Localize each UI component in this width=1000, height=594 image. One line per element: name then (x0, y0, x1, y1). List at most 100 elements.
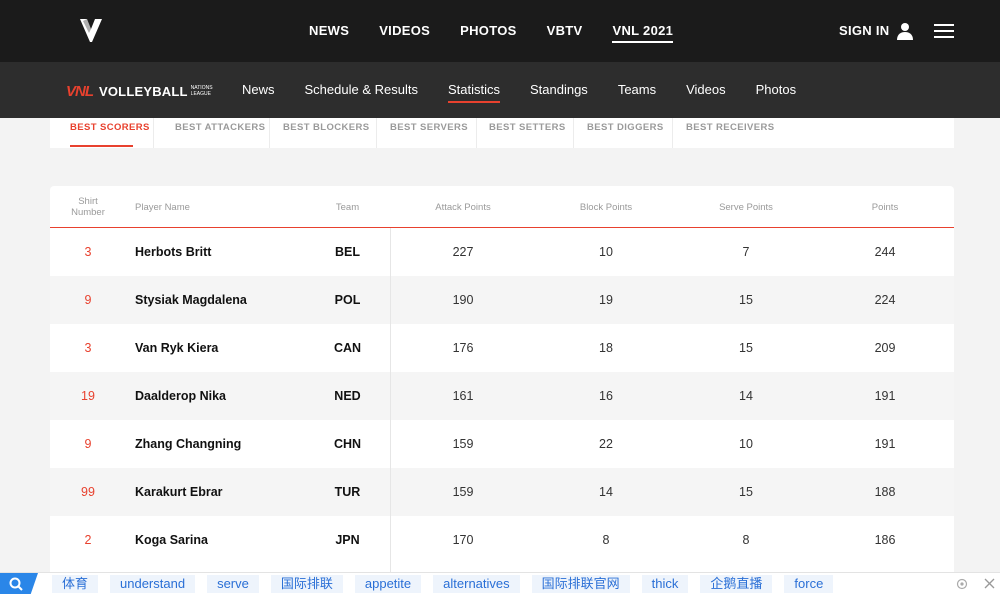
cell-block-points: 22 (599, 437, 613, 451)
cell-serve-points: 15 (739, 485, 753, 499)
table-row[interactable]: 9 Stysiak Magdalena POL 190 19 15 224 (50, 276, 954, 324)
suggestion-chip[interactable]: 企鹅直播 (700, 575, 773, 593)
tab-best-scorers[interactable]: BEST SCORERS (50, 118, 154, 148)
cell-attack-points: 176 (452, 341, 474, 355)
cell-attack-points: 227 (452, 245, 474, 259)
search-icon (9, 577, 23, 591)
hamburger-menu-icon[interactable] (934, 23, 954, 39)
subnav-videos[interactable]: Videos (686, 62, 726, 118)
cell-block-points: 16 (599, 389, 613, 403)
cell-player-name[interactable]: Stysiak Magdalena (135, 276, 335, 324)
tab-best-servers[interactable]: BEST SERVERS (377, 118, 477, 148)
cell-block-points: 8 (602, 533, 610, 547)
nav-videos[interactable]: VIDEOS (379, 0, 430, 62)
cell-player-name[interactable]: Karakurt Ebrar (135, 468, 335, 516)
sign-in-link[interactable]: SIGN IN (839, 0, 890, 62)
tab-best-setters[interactable]: BEST SETTERS (477, 118, 574, 148)
table-row[interactable]: 19 Daalderop Nika NED 161 16 14 191 (50, 372, 954, 420)
header-player-name[interactable]: Player Name (135, 186, 285, 228)
table-row[interactable]: 3 Herbots Britt BEL 227 10 7 244 (50, 228, 954, 276)
suggestion-chip[interactable]: serve (207, 575, 259, 593)
suggestion-chip[interactable]: alternatives (433, 575, 520, 593)
cell-points: 191 (874, 437, 896, 451)
cell-shirt-number: 3 (84, 341, 92, 355)
vnl-logo[interactable]: VNL VOLLEYBALL NATIONS LEAGUE (66, 81, 217, 101)
header-shirt-line1: Shirt (78, 196, 98, 207)
tab-best-attackers[interactable]: BEST ATTACKERS (154, 118, 270, 148)
cell-team: CHN (333, 437, 362, 451)
table-row[interactable]: 9 Zhang Changning CHN 159 22 10 191 (50, 420, 954, 468)
best-scorers-table: Shirt Number Player Name Team Attack Poi… (50, 186, 954, 586)
subnav-news[interactable]: News (242, 62, 275, 118)
cell-points: 191 (874, 389, 896, 403)
search-badge[interactable] (0, 573, 38, 594)
cell-player-name[interactable]: Koga Sarina (135, 516, 335, 564)
top-bar: NEWS VIDEOS PHOTOS VBTV VNL 2021 SIGN IN (0, 0, 1000, 62)
table-row[interactable]: 2 Koga Sarina JPN 170 8 8 186 (50, 516, 954, 564)
cell-shirt-number: 19 (81, 389, 95, 403)
tab-best-diggers[interactable]: BEST DIGGERS (574, 118, 673, 148)
suggestion-chips: 体育 understand serve 国际排联 appetite alternative… (52, 575, 845, 593)
sub-nav-links: News Schedule & Results Statistics Stand… (242, 62, 826, 118)
vnl-small: NATIONS LEAGUE (190, 85, 213, 97)
volleyball-logo-icon[interactable] (78, 16, 104, 44)
cell-block-points: 14 (599, 485, 613, 499)
suggestion-chip[interactable]: appetite (354, 575, 422, 593)
cell-shirt-number: 9 (84, 437, 92, 451)
suggestion-bar: 体育 understand serve 国际排联 appetite alternative… (0, 572, 1000, 594)
cell-shirt-number: 2 (84, 533, 92, 547)
header-team[interactable]: Team (320, 186, 375, 228)
suggestion-chip[interactable]: 国际排联官网 (531, 575, 630, 593)
stat-category-tabs: BEST SCORERS BEST ATTACKERS BEST BLOCKER… (50, 118, 954, 148)
cell-attack-points: 190 (452, 293, 474, 307)
close-icon[interactable] (984, 578, 995, 589)
cell-team: CAN (333, 341, 362, 355)
cell-player-name[interactable]: Zhang Changning (135, 420, 335, 468)
cell-shirt-number: 9 (84, 293, 92, 307)
suggestion-chip[interactable]: thick (641, 575, 689, 593)
vnl-mark: VNL (66, 82, 94, 100)
subnav-statistics[interactable]: Statistics (447, 62, 500, 118)
column-divider (390, 228, 391, 586)
cell-serve-points: 7 (742, 245, 750, 259)
cell-serve-points: 10 (739, 437, 753, 451)
subnav-schedule-results[interactable]: Schedule & Results (305, 62, 418, 118)
tab-best-receivers[interactable]: BEST RECEIVERS (673, 118, 793, 148)
header-block-points[interactable]: Block Points (546, 186, 666, 228)
table-row[interactable]: 99 Karakurt Ebrar TUR 159 14 15 188 (50, 468, 954, 516)
cell-serve-points: 15 (739, 341, 753, 355)
subnav-teams[interactable]: Teams (618, 62, 656, 118)
cell-player-name[interactable]: Herbots Britt (135, 228, 335, 276)
cell-player-name[interactable]: Daalderop Nika (135, 372, 335, 420)
table-row[interactable]: 3 Van Ryk Kiera CAN 176 18 15 209 (50, 324, 954, 372)
nav-photos[interactable]: PHOTOS (460, 0, 516, 62)
header-shirt-number[interactable]: Shirt Number (66, 186, 110, 228)
user-icon[interactable] (896, 22, 914, 40)
header-points[interactable]: Points (845, 186, 925, 228)
suggestion-chip[interactable]: force (784, 575, 834, 593)
header-shirt-line2: Number (71, 207, 105, 218)
suggestion-chip[interactable]: 国际排联 (270, 575, 343, 593)
cell-block-points: 18 (599, 341, 613, 355)
tab-best-blockers[interactable]: BEST BLOCKERS (270, 118, 377, 148)
table-header: Shirt Number Player Name Team Attack Poi… (50, 186, 954, 228)
cell-player-name[interactable]: Van Ryk Kiera (135, 324, 335, 372)
nav-news[interactable]: NEWS (309, 0, 349, 62)
cell-team: NED (334, 389, 361, 403)
cell-points: 188 (874, 485, 896, 499)
nav-vnl-2021[interactable]: VNL 2021 (612, 0, 673, 62)
nav-vbtv[interactable]: VBTV (547, 0, 583, 62)
header-attack-points[interactable]: Attack Points (403, 186, 523, 228)
vnl-sub-nav: VNL VOLLEYBALL NATIONS LEAGUE News Sched… (0, 62, 1000, 118)
cell-points: 224 (874, 293, 896, 307)
cell-serve-points: 8 (742, 533, 750, 547)
suggestion-chip[interactable]: 体育 (52, 575, 99, 593)
cell-serve-points: 15 (739, 293, 753, 307)
suggestion-chip[interactable]: understand (110, 575, 196, 593)
header-serve-points[interactable]: Serve Points (686, 186, 806, 228)
cell-attack-points: 159 (452, 485, 474, 499)
subnav-standings[interactable]: Standings (530, 62, 588, 118)
cell-attack-points: 170 (452, 533, 474, 547)
settings-icon[interactable] (956, 578, 968, 590)
subnav-photos[interactable]: Photos (756, 62, 796, 118)
